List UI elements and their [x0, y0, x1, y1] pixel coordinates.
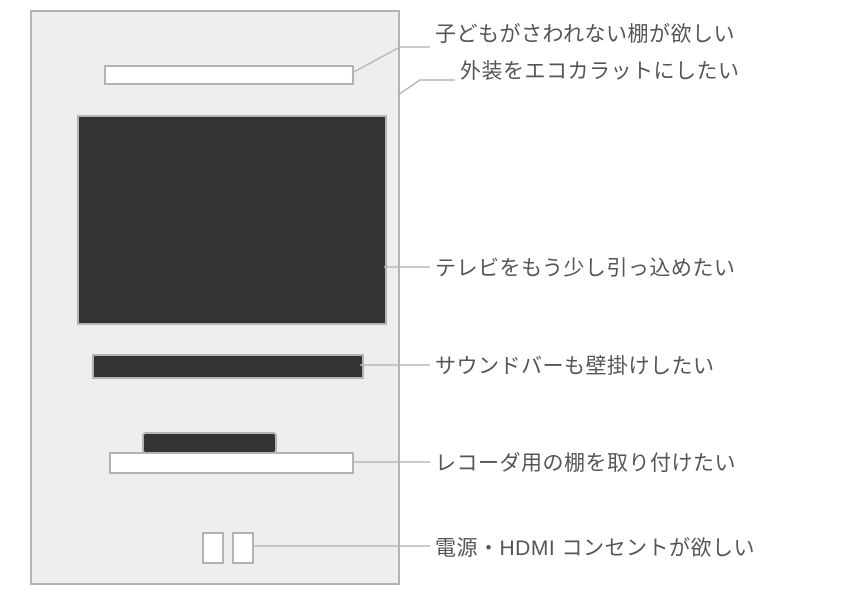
- tv-screen: [77, 115, 387, 325]
- recorder-shelf: [109, 452, 354, 474]
- outlet-right: [232, 532, 254, 564]
- top-shelf: [104, 65, 354, 85]
- label-tv: テレビをもう少し引っ込めたい: [435, 252, 735, 282]
- recorder-device: [142, 432, 277, 454]
- label-recorder: レコーダ用の棚を取り付けたい: [435, 447, 736, 477]
- outlet-left: [202, 532, 224, 564]
- soundbar: [92, 354, 364, 379]
- label-soundbar: サウンドバーも壁掛けしたい: [435, 350, 715, 380]
- wall-panel: [30, 10, 400, 585]
- label-shelf: 子どもがさわれない棚が欲しい: [435, 18, 735, 48]
- label-ecocarat: 外装をエコカラットにしたい: [460, 55, 740, 85]
- label-outlet: 電源・HDMI コンセントが欲しい: [435, 532, 755, 562]
